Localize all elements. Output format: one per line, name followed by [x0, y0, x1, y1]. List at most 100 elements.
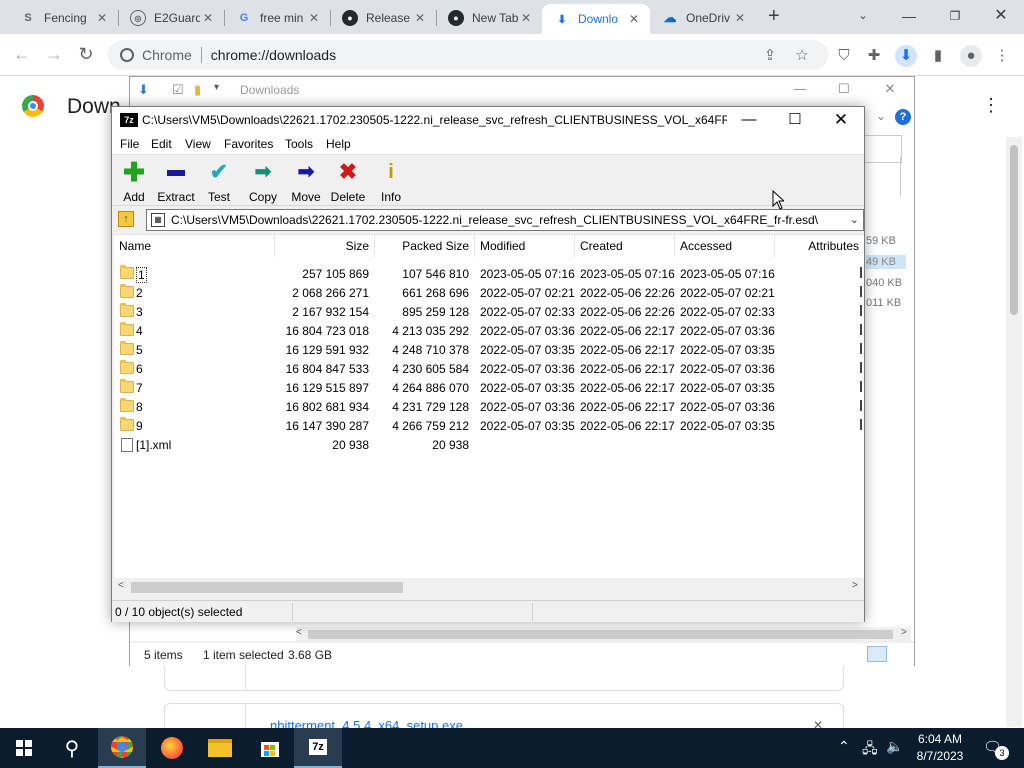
tab-free-min[interactable]: G free min ✕ [224, 4, 330, 32]
folder-up-icon[interactable]: ↑ [118, 211, 134, 227]
copy-button[interactable]: ➡ Copy [241, 160, 285, 204]
page-scrollbar[interactable] [1006, 137, 1022, 727]
back-button[interactable]: ← [10, 44, 34, 65]
menu-tools[interactable]: Tools [285, 137, 313, 151]
column-header-packed-size[interactable]: Packed Size [375, 235, 475, 257]
tab-fencing[interactable]: S Fencing ✕ [8, 4, 118, 32]
menu-favorites[interactable]: Favorites [224, 137, 273, 151]
move-button[interactable]: ➡ Move [284, 160, 328, 204]
column-header-attributes[interactable]: Attributes [775, 235, 864, 257]
quick-access-dropdown-icon[interactable]: ▾ [214, 82, 219, 93]
extract-button[interactable]: Extract [154, 160, 198, 204]
explorer-horizontal-scrollbar[interactable]: < > [296, 627, 911, 641]
path-combobox[interactable]: ▦ C:\Users\VM5\Downloads\22621.1702.2305… [146, 209, 864, 231]
extensions-icon[interactable]: ✚ [864, 46, 884, 66]
test-button[interactable]: ✔ Test [197, 160, 241, 205]
start-button[interactable] [0, 728, 48, 768]
menu-edit[interactable]: Edit [151, 137, 172, 151]
chevron-down-icon[interactable]: ⌄ [850, 213, 859, 226]
explorer-search-box[interactable] [865, 135, 902, 163]
column-header-accessed[interactable]: Accessed [675, 235, 775, 257]
minimize-button[interactable]: — [886, 4, 932, 28]
menu-help[interactable]: Help [326, 137, 351, 151]
column-header-modified[interactable]: Modified [475, 235, 575, 257]
menu-file[interactable]: File [120, 137, 139, 151]
new-folder-icon[interactable]: ▮ [194, 82, 201, 98]
table-row[interactable]: 2 2 068 266 271 661 268 696 2022-05-07 02:2… [114, 284, 864, 303]
profile-avatar[interactable]: ● [960, 45, 982, 67]
taskbar-file-explorer[interactable] [196, 728, 244, 768]
more-actions-icon[interactable]: ⋮ [982, 95, 1000, 116]
chrome-menu-icon[interactable]: ⋮ [992, 46, 1012, 66]
ribbon-expand-icon[interactable]: ⌄ [876, 109, 886, 123]
explorer-maximize-button[interactable]: ☐ [822, 81, 866, 97]
tab-release[interactable]: ● Release ✕ [330, 4, 436, 32]
column-header-name[interactable]: Name [114, 235, 275, 257]
forward-button[interactable]: → [42, 44, 66, 65]
large-icons-view-button[interactable] [891, 646, 909, 662]
reload-button[interactable]: ↻ [74, 44, 98, 65]
search-button[interactable]: ⚲ [48, 728, 96, 768]
taskbar-chrome[interactable] [98, 728, 146, 768]
table-row[interactable]: 9 16 147 390 287 4 266 759 212 2022-05-07 0… [114, 417, 864, 436]
explorer-minimize-button[interactable]: — [778, 81, 822, 96]
info-button[interactable]: i Info [369, 160, 413, 204]
restore-button[interactable]: ❐ [932, 4, 978, 28]
new-tab-button[interactable]: + [768, 5, 780, 28]
close-icon[interactable]: ✕ [94, 11, 110, 25]
tab-new-tab[interactable]: ● New Tab ✕ [436, 4, 542, 32]
scroll-left-icon[interactable]: < [118, 580, 124, 591]
downloads-icon[interactable]: ⬇ [895, 45, 917, 67]
share-icon[interactable]: ⇪ [760, 46, 780, 66]
scrollbar-thumb[interactable] [308, 630, 893, 639]
side-panel-icon[interactable]: ▮ [928, 46, 948, 66]
taskbar-7zip[interactable]: 7z [294, 728, 342, 768]
close-icon[interactable]: ✕ [518, 11, 534, 25]
tab-downloads[interactable]: ⬇ Downlo ✕ [542, 4, 650, 34]
address-bar[interactable]: Chrome chrome://downloads [108, 40, 828, 70]
close-icon[interactable]: ✕ [412, 11, 428, 25]
table-row[interactable]: 6 16 804 847 533 4 230 605 584 2022-05-07 0… [114, 360, 864, 379]
scrollbar-thumb[interactable] [1010, 145, 1018, 315]
bookmark-star-icon[interactable]: ☆ [792, 46, 812, 66]
properties-icon[interactable]: ☑ [172, 82, 184, 98]
table-row[interactable]: 1 257 105 869 107 546 810 2023-05-05 07:16 2… [114, 265, 864, 284]
add-button[interactable]: ✚ Add [112, 159, 156, 204]
maximize-button[interactable]: ☐ [772, 107, 818, 133]
close-icon[interactable]: ✕ [306, 11, 322, 25]
ublock-icon[interactable]: ⛉ [834, 46, 854, 66]
column-header-created[interactable]: Created [575, 235, 675, 257]
action-center-button[interactable]: 🗨 3 [983, 738, 1009, 760]
scroll-right-icon[interactable]: > [901, 627, 907, 638]
path-text[interactable]: C:\Users\VM5\Downloads\22621.1702.230505… [171, 213, 841, 227]
table-row[interactable]: [1].xml 20 938 20 938 [114, 436, 864, 455]
close-icon[interactable]: ✕ [732, 11, 748, 25]
minimize-button[interactable]: — [726, 107, 772, 133]
tab-onedrive[interactable]: ☁ OneDriv ✕ [650, 4, 756, 32]
volume-icon[interactable]: 🔈 [886, 738, 903, 755]
table-row[interactable]: 8 16 802 681 934 4 231 729 128 2022-05-07 0… [114, 398, 864, 417]
system-clock[interactable]: 6:04 AM 8/7/2023 [910, 731, 970, 765]
delete-button[interactable]: ✖ Delete [326, 160, 370, 205]
scrollbar-thumb[interactable] [131, 582, 403, 593]
show-hidden-icons-chevron-icon[interactable]: ⌃ [838, 738, 850, 755]
scroll-right-icon[interactable]: > [852, 580, 858, 591]
close-icon[interactable]: ✕ [200, 11, 216, 25]
close-button[interactable]: ✕ [818, 107, 864, 133]
menu-view[interactable]: View [185, 137, 211, 151]
table-row[interactable]: 5 16 129 591 932 4 248 710 378 2022-05-07 0… [114, 341, 864, 360]
scroll-left-icon[interactable]: < [296, 627, 302, 638]
table-row[interactable]: 4 16 804 723 018 4 213 035 292 2022-05-07 0… [114, 322, 864, 341]
tab-e2guard[interactable]: ◎ E2Guard ✕ [118, 4, 224, 32]
url-text[interactable]: chrome://downloads [211, 47, 336, 63]
network-icon[interactable]: 🖧 [862, 738, 878, 762]
explorer-close-button[interactable]: ✕ [868, 81, 912, 97]
table-row[interactable]: 3 2 167 932 154 895 259 128 2022-05-07 02:3… [114, 303, 864, 322]
column-header-size[interactable]: Size [275, 235, 375, 257]
help-icon[interactable]: ? [895, 109, 911, 125]
close-window-button[interactable]: ✕ [978, 4, 1024, 28]
tab-search-button[interactable]: ⌄ [840, 4, 886, 28]
details-view-button[interactable] [867, 646, 887, 662]
taskbar-firefox[interactable] [148, 728, 196, 768]
taskbar-store[interactable] [246, 728, 294, 768]
